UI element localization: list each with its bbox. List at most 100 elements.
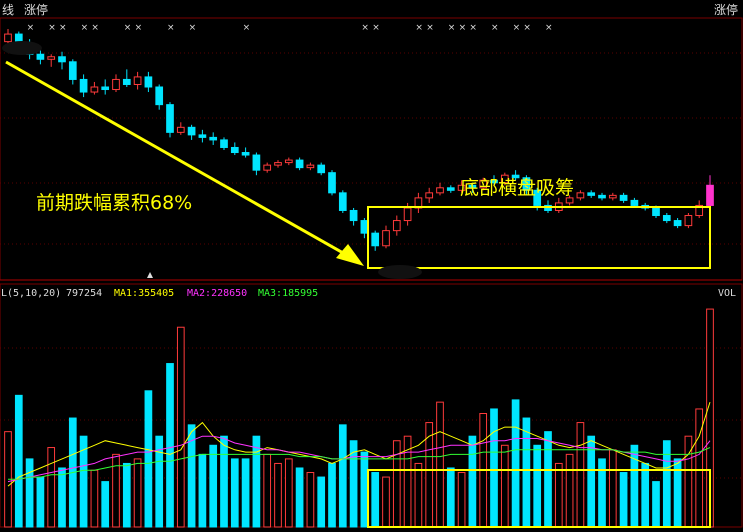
volume-bar [511, 399, 520, 528]
candle-body [436, 187, 444, 194]
candle [425, 187, 434, 203]
volume-bar [230, 458, 239, 528]
candle-body [155, 86, 164, 106]
candle [220, 137, 228, 150]
candle-body [133, 76, 142, 85]
candle [382, 225, 390, 249]
candle [187, 124, 196, 140]
volume-bar [522, 417, 531, 528]
candles-group [4, 29, 714, 251]
header-limit-label: 涨停 [24, 2, 48, 17]
limit-up-marker: × [243, 23, 251, 33]
candle-body [4, 33, 12, 43]
candle [598, 192, 606, 201]
volume-bar [198, 453, 207, 528]
limit-up-marker: × [415, 23, 423, 33]
volume-bar [641, 462, 650, 528]
volume-bar [252, 435, 261, 528]
candle [58, 51, 66, 70]
volume-bar [554, 462, 563, 528]
candle-body [252, 154, 261, 171]
volume-bar [652, 481, 660, 528]
candle-body [166, 104, 174, 133]
candle-body [220, 139, 228, 148]
candle-body [371, 232, 380, 247]
limit-up-marker: × [523, 23, 531, 33]
volume-bar [241, 458, 250, 528]
candle-body [58, 56, 66, 63]
volume-bar [14, 394, 23, 528]
candle-body [47, 56, 56, 60]
candle [68, 59, 77, 85]
limit-up-marker: × [448, 23, 456, 33]
candle [576, 190, 585, 201]
candle [673, 218, 682, 229]
volume-bar [619, 472, 628, 528]
candle [230, 142, 239, 156]
candle [155, 84, 164, 110]
volume-ma2-label: MA2:228650 [187, 288, 247, 299]
volume-ma3-label: MA3:185995 [258, 288, 318, 299]
candle [706, 175, 714, 208]
candle-body [662, 215, 671, 222]
limit-up-marker: × [459, 23, 467, 33]
candle-body [101, 86, 110, 91]
candle-body [446, 187, 455, 191]
volume-bar [468, 435, 477, 528]
candle [587, 190, 596, 198]
volume-bar [695, 408, 704, 528]
candle [47, 54, 56, 67]
volume-bar [166, 363, 174, 528]
candle-body [673, 220, 682, 227]
volume-bar [608, 449, 617, 528]
marker-triangle-icon [147, 272, 153, 278]
candle-body [112, 78, 120, 91]
candle [122, 69, 131, 87]
candle-body [36, 53, 45, 60]
decline-arrow-head [336, 244, 364, 266]
limit-up-marker: × [124, 23, 132, 33]
candle [295, 157, 304, 171]
candle [392, 215, 401, 236]
candle [144, 71, 153, 93]
candle-body [187, 126, 196, 136]
candle [695, 200, 704, 219]
candle [338, 190, 347, 213]
volume-bar [317, 476, 326, 528]
candle [133, 71, 142, 90]
volume-bar [176, 326, 185, 528]
volume-bars-group [4, 308, 714, 528]
limit-up-marker: × [91, 23, 99, 33]
volume-bar [144, 390, 153, 528]
volume-bar [414, 462, 423, 528]
limit-up-marker: × [361, 23, 369, 33]
volume-bar [328, 462, 336, 528]
candle [371, 230, 380, 251]
candle [662, 213, 671, 224]
candle [284, 157, 293, 166]
volume-bar [436, 401, 444, 528]
volume-bar [209, 444, 218, 528]
volume-bar [338, 424, 347, 528]
volume-bar [274, 462, 282, 528]
candle-body [684, 215, 693, 227]
candle [112, 74, 120, 93]
volume-bar [295, 467, 304, 528]
limit-up-marker: × [27, 23, 35, 33]
candle [317, 162, 326, 176]
candlestick-volume-chart[interactable]: 线 涨停 涨停 × × × × × × × × × × × × × × × × × × × × × 前期跌幅累积68% … [0, 0, 743, 528]
volume-bar [90, 469, 99, 528]
limit-up-marker: × [513, 23, 521, 33]
candle-body [652, 207, 660, 217]
candle [414, 192, 423, 213]
candle [90, 81, 99, 95]
candle-body [68, 61, 77, 80]
volume-bar [490, 408, 498, 528]
candle [79, 74, 88, 98]
volume-bar [133, 458, 142, 528]
candle-body [587, 192, 596, 196]
candle-body [608, 194, 617, 199]
limit-up-marker: × [81, 23, 89, 33]
blur-spot [2, 41, 42, 55]
candle-body [630, 199, 639, 206]
